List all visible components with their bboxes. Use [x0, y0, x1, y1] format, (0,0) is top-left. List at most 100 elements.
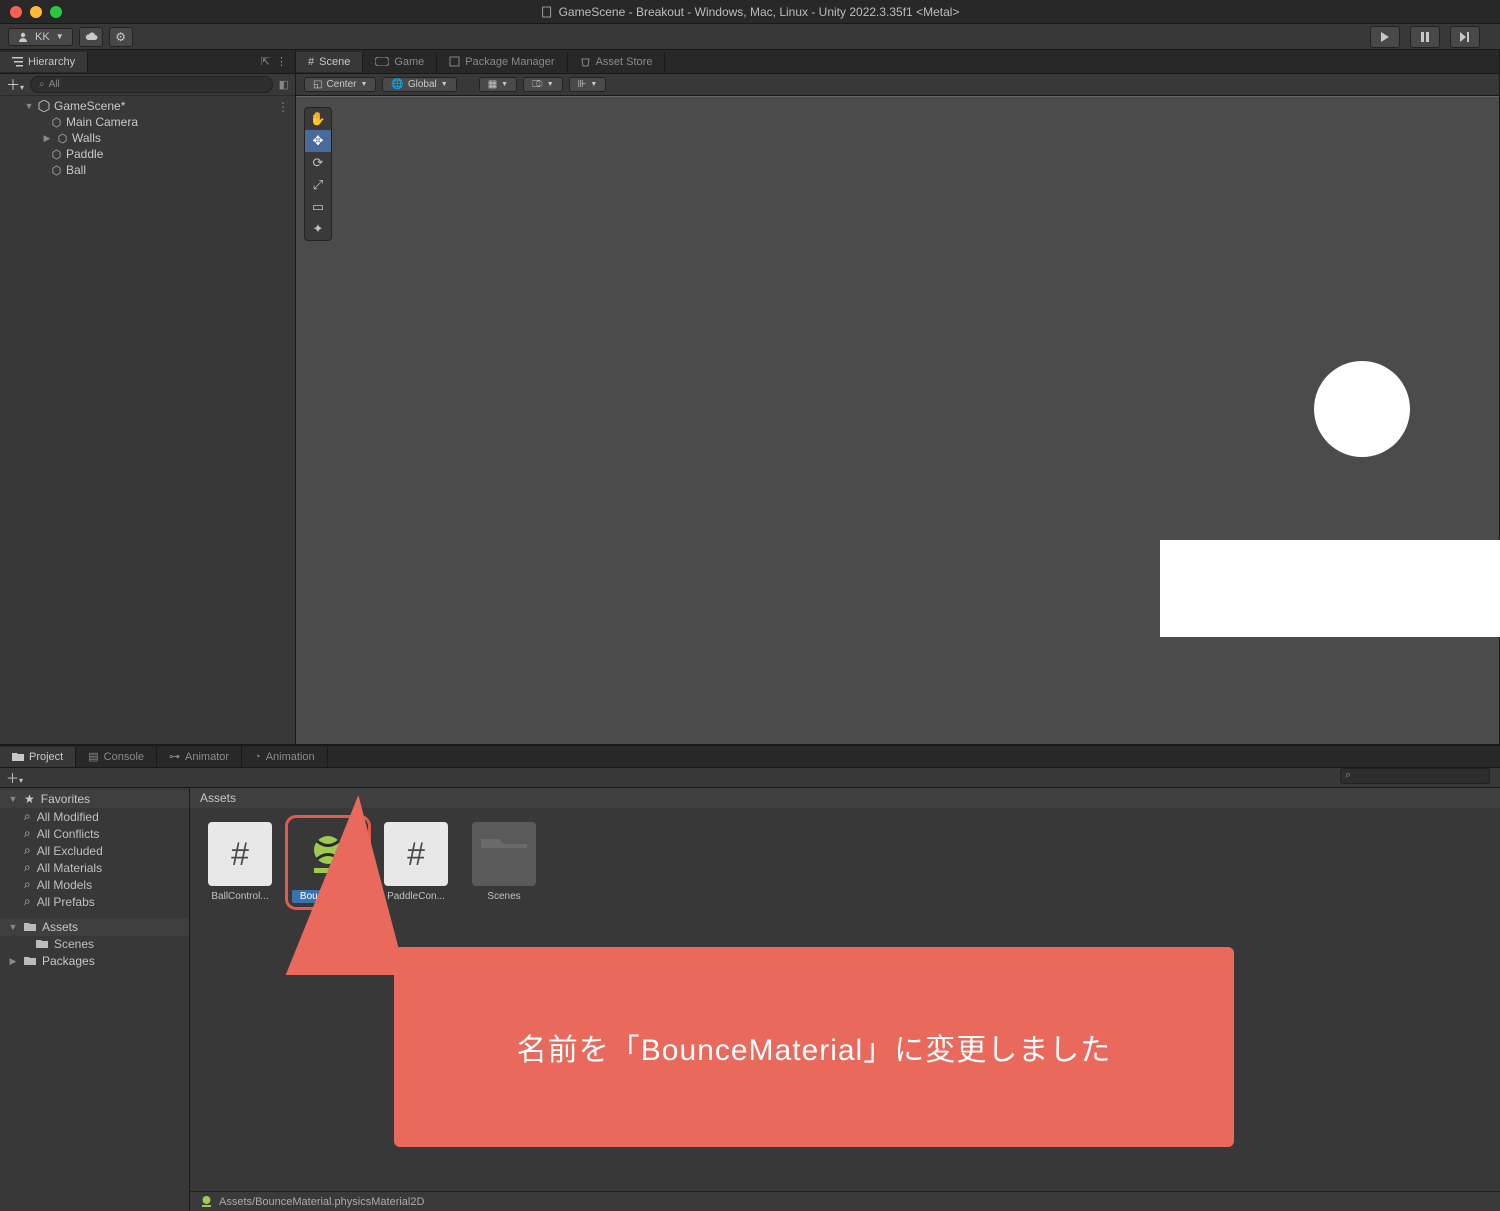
- tab-console-label: Console: [104, 751, 144, 763]
- assets-header[interactable]: ▼ Assets: [0, 918, 189, 936]
- paddle-sprite[interactable]: [1160, 540, 1500, 637]
- rect-icon: ▭: [312, 199, 324, 215]
- scale-tool[interactable]: ⤢: [305, 174, 331, 196]
- favorites-header[interactable]: ▼ ★ Favorites: [0, 790, 189, 808]
- scene-row[interactable]: ▼ GameScene* ⋮: [0, 98, 295, 114]
- tab-project[interactable]: Project: [0, 747, 76, 767]
- asset-item-script[interactable]: # BallControl...: [204, 822, 276, 903]
- scene-menu-icon[interactable]: ⋮: [277, 100, 289, 114]
- search-icon: ⌕: [39, 79, 45, 90]
- tab-game[interactable]: Game: [363, 52, 437, 72]
- move-tool[interactable]: ✥: [305, 130, 331, 152]
- hierarchy-search[interactable]: ⌕ All: [30, 76, 273, 93]
- favorite-item[interactable]: ⌕All Materials: [0, 859, 189, 876]
- zoom-window-button[interactable]: [50, 6, 62, 18]
- hierarchy-icon: [12, 56, 23, 67]
- hierarchy-item[interactable]: ▶ Walls: [0, 130, 295, 146]
- folder-icon: [36, 939, 48, 949]
- increment-snap-button[interactable]: ⊪▼: [569, 77, 607, 92]
- scene-toolbar: ◱ Center ▼ 🌐 Global ▼ ▦▼ ⎄▼ ⊪▼: [296, 74, 1499, 96]
- filter-icon[interactable]: ◧: [279, 78, 289, 91]
- add-dropdown[interactable]: ＋▾: [6, 75, 24, 95]
- grid-icon: ▦: [488, 79, 497, 90]
- hierarchy-item[interactable]: Paddle: [0, 146, 295, 162]
- tool-rail: ✋ ✥ ⟳ ⤢ ▭ ✦: [304, 107, 332, 241]
- packages-header[interactable]: ▶ Packages: [0, 952, 189, 970]
- search-icon: ⌕: [24, 877, 31, 892]
- unity-icon: [38, 100, 50, 112]
- gear-icon: ⚙: [115, 30, 126, 44]
- add-dropdown[interactable]: ＋▾: [6, 768, 23, 787]
- ball-sprite[interactable]: [1314, 361, 1410, 457]
- grid-snap-button[interactable]: ▦▼: [479, 77, 517, 92]
- step-button[interactable]: [1450, 26, 1480, 48]
- project-subtoolbar: ＋▾ ⌕: [0, 768, 1500, 788]
- tab-package-manager[interactable]: Package Manager: [437, 52, 567, 72]
- animator-icon: ⊶: [169, 750, 180, 763]
- favorite-label: All Conflicts: [37, 827, 100, 841]
- tab-scene[interactable]: # Scene: [296, 52, 363, 72]
- tab-hierarchy[interactable]: Hierarchy: [0, 52, 88, 72]
- tab-asset-store[interactable]: Asset Store: [568, 52, 666, 72]
- hierarchy-item[interactable]: Ball: [0, 162, 295, 178]
- asset-label: Scenes: [468, 890, 540, 903]
- hierarchy-subtoolbar: ＋▾ ⌕ All ◧: [0, 74, 295, 96]
- favorite-item[interactable]: ⌕ All Prefabs: [0, 893, 189, 910]
- status-path: Assets/BounceMaterial.physicsMaterial2D: [219, 1196, 424, 1208]
- popout-icon[interactable]: ⇱: [261, 55, 270, 68]
- hierarchy-item-label: Walls: [72, 131, 101, 145]
- scene-viewport[interactable]: ✋ ✥ ⟳ ⤢ ▭ ✦: [296, 96, 1499, 744]
- rect-tool[interactable]: ▭: [305, 196, 331, 218]
- favorite-item[interactable]: ⌕All Excluded: [0, 842, 189, 859]
- caret-down-icon: ▼: [8, 922, 18, 932]
- assets-child[interactable]: Scenes: [0, 936, 189, 952]
- title-bar: GameScene - Breakout - Windows, Mac, Lin…: [0, 0, 1500, 24]
- tab-animation[interactable]: ◔ Animation: [242, 747, 328, 767]
- folder-icon: [24, 956, 36, 966]
- settings-button[interactable]: ⚙: [109, 27, 133, 47]
- folder-icon: [24, 922, 36, 932]
- project-search[interactable]: ⌕: [1340, 768, 1490, 784]
- increment-icon: ⊪: [578, 79, 587, 90]
- chevron-down-icon: ▼: [360, 81, 367, 88]
- asset-item-folder[interactable]: Scenes: [468, 822, 540, 903]
- tab-animator-label: Animator: [185, 751, 229, 763]
- favorite-item[interactable]: ⌕All Models: [0, 876, 189, 893]
- pivot-toggle[interactable]: ◱ Center ▼: [304, 77, 376, 92]
- favorite-item[interactable]: ⌕All Modified: [0, 808, 189, 825]
- rotate-tool[interactable]: ⟳: [305, 152, 331, 174]
- tab-console[interactable]: ▤ Console: [76, 746, 157, 767]
- pause-button[interactable]: [1410, 26, 1440, 48]
- minimize-window-button[interactable]: [30, 6, 42, 18]
- move-icon: ✥: [313, 133, 324, 149]
- favorite-label: All Prefabs: [37, 895, 95, 909]
- breadcrumb-label: Assets: [200, 791, 236, 805]
- transform-tool[interactable]: ✦: [305, 218, 331, 240]
- document-icon: [541, 6, 553, 18]
- hierarchy-tab-label: Hierarchy: [28, 56, 75, 68]
- cloud-button[interactable]: [79, 27, 103, 47]
- hierarchy-item[interactable]: Main Camera: [0, 114, 295, 130]
- search-icon: ⌕: [1345, 769, 1351, 782]
- kebab-menu-icon[interactable]: ⋮: [276, 55, 287, 68]
- csharp-icon: #: [208, 822, 272, 886]
- snap-button[interactable]: ⎄▼: [523, 77, 563, 92]
- account-label: KK: [35, 31, 50, 43]
- store-icon: [580, 56, 591, 67]
- snap-icon: ⎄: [532, 79, 543, 90]
- scene-name: GameScene*: [54, 99, 125, 113]
- account-dropdown[interactable]: KK ▼: [8, 28, 73, 46]
- hand-tool[interactable]: ✋: [305, 108, 331, 130]
- caret-right-icon: ▶: [8, 956, 18, 967]
- close-window-button[interactable]: [10, 6, 22, 18]
- tab-animator[interactable]: ⊶ Animator: [157, 746, 242, 767]
- play-button[interactable]: [1370, 26, 1400, 48]
- space-toggle[interactable]: 🌐 Global ▼: [382, 77, 456, 92]
- space-label: Global: [408, 79, 437, 90]
- search-icon: ⌕: [24, 894, 31, 909]
- caret-down-icon: ▼: [8, 794, 18, 804]
- search-icon: ⌕: [24, 809, 31, 824]
- favorite-label: All Materials: [37, 861, 102, 875]
- tab-store-label: Asset Store: [596, 56, 653, 68]
- favorite-item[interactable]: ⌕All Conflicts: [0, 825, 189, 842]
